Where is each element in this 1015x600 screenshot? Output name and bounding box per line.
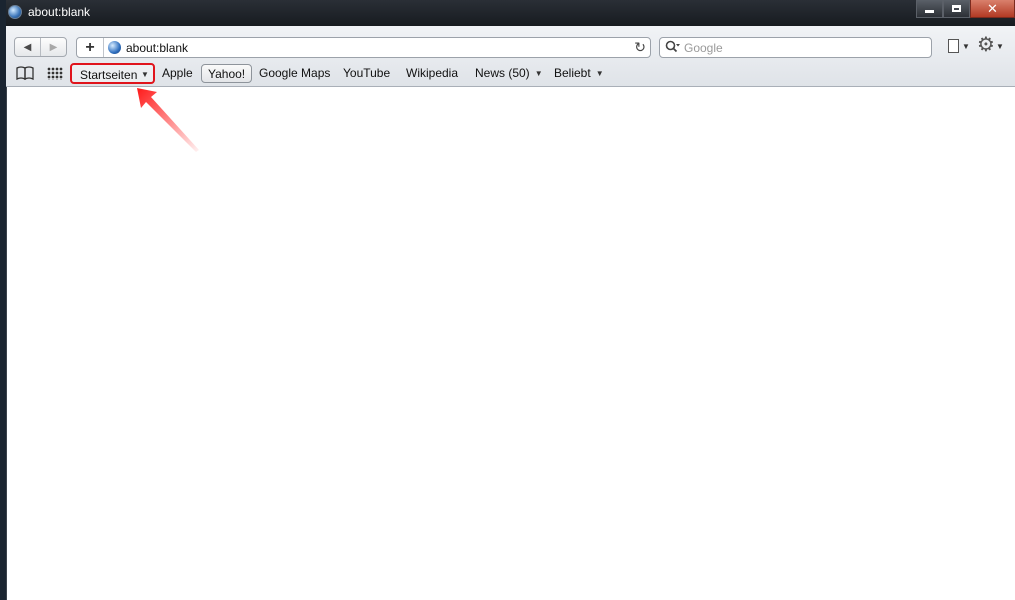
maximize-button[interactable] — [943, 0, 970, 18]
reload-icon: ↻ — [634, 39, 646, 55]
title-bar: about:blank ✕ — [6, 0, 1015, 26]
reading-list-icon[interactable] — [16, 66, 34, 81]
bookmark-news[interactable]: News (50) ▼ — [475, 66, 543, 80]
reload-button[interactable]: ↻ — [634, 39, 646, 56]
page-icon — [948, 39, 959, 53]
bookmarks-bar: Startseiten ▼ Apple Yahoo! Google Maps Y… — [6, 63, 1015, 85]
chevron-down-icon: ▼ — [962, 42, 970, 51]
nav-buttons: ◀ ▶ — [14, 37, 67, 57]
url-text[interactable]: about:blank — [126, 41, 188, 55]
bookmark-google-maps[interactable]: Google Maps — [259, 66, 330, 80]
globe-icon — [8, 5, 22, 19]
close-icon: ✕ — [987, 1, 998, 16]
bookmark-yahoo[interactable]: Yahoo! — [201, 64, 253, 83]
forward-button[interactable]: ▶ — [41, 38, 66, 56]
annotation-arrow — [137, 88, 199, 152]
chevron-down-icon: ▼ — [534, 69, 543, 78]
chevron-down-icon: ▼ — [141, 70, 149, 79]
bookmark-beliebt[interactable]: Beliebt ▼ — [554, 66, 604, 80]
search-icon — [665, 40, 681, 57]
toolbar: ◀ ▶ + about:blank ↻ ▼ ⚙ ▼ — [6, 26, 1015, 87]
search-field[interactable] — [659, 37, 932, 58]
browser-window: about:blank ✕ ◀ ▶ + about:blank ↻ Google… — [6, 0, 1015, 600]
page-content — [6, 87, 1015, 600]
address-bar[interactable]: + about:blank ↻ — [76, 37, 651, 58]
back-icon: ◀ — [23, 41, 32, 53]
magnifier-glyph — [665, 40, 680, 53]
bookmark-label: Beliebt — [554, 66, 591, 80]
chevron-down-icon: ▼ — [595, 69, 604, 78]
bookmark-label: News (50) — [475, 66, 530, 80]
page-menu-button[interactable]: ▼ — [948, 38, 972, 56]
add-bookmark-button[interactable]: + — [77, 38, 104, 57]
bookmark-youtube[interactable]: YouTube — [343, 66, 390, 80]
site-globe-icon — [108, 41, 121, 54]
top-sites-icon[interactable] — [47, 67, 63, 80]
forward-icon: ▶ — [49, 41, 58, 53]
bookmark-wikipedia[interactable]: Wikipedia — [406, 66, 458, 80]
plus-icon: + — [85, 38, 95, 56]
back-button[interactable]: ◀ — [15, 38, 41, 56]
window-title: about:blank — [28, 5, 91, 19]
bookmark-apple[interactable]: Apple — [162, 66, 193, 80]
bookmark-startseiten[interactable]: Startseiten ▼ — [70, 63, 155, 84]
book-glyph — [16, 66, 34, 81]
maximize-icon — [952, 5, 961, 12]
minimize-icon — [925, 10, 934, 13]
settings-menu-button[interactable]: ⚙ ▼ — [977, 34, 1005, 57]
search-input[interactable] — [684, 39, 924, 56]
minimize-button[interactable] — [916, 0, 943, 18]
bookmark-label: Startseiten — [80, 68, 138, 82]
gear-icon: ⚙ — [977, 34, 995, 56]
window-controls: ✕ — [916, 0, 1015, 20]
chevron-down-icon: ▼ — [996, 42, 1004, 51]
close-button[interactable]: ✕ — [970, 0, 1015, 18]
